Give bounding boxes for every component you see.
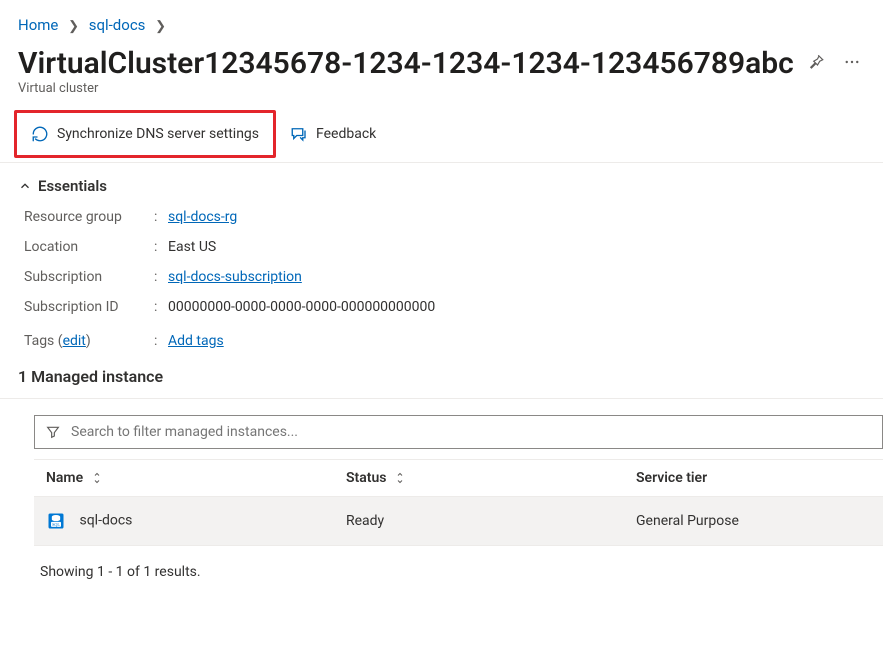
chevron-up-icon (18, 179, 32, 193)
search-input[interactable] (69, 423, 872, 441)
essentials-title: Essentials (38, 177, 107, 195)
page-title: VirtualCluster12345678-1234-1234-1234-12… (18, 46, 803, 81)
svg-text:SQL: SQL (52, 522, 60, 527)
essentials-label-subscription-id: Subscription ID (24, 299, 154, 315)
column-header-tier[interactable]: Service tier (624, 460, 883, 497)
row-status: Ready (334, 497, 624, 546)
add-tags-link[interactable]: Add tags (168, 333, 224, 349)
row-tier: General Purpose (624, 497, 883, 546)
essentials-label-resource-group: Resource group (24, 209, 154, 225)
page-subtitle: Virtual cluster (0, 81, 883, 106)
sort-icon (394, 472, 406, 484)
more-horizontal-icon (843, 53, 861, 71)
command-bar: Synchronize DNS server settings Feedback (0, 106, 883, 163)
sort-icon (91, 472, 103, 484)
column-header-status[interactable]: Status (334, 460, 624, 497)
essentials-toggle[interactable]: Essentials (18, 177, 865, 195)
refresh-icon (31, 125, 49, 143)
breadcrumb-folder[interactable]: sql-docs (89, 16, 146, 34)
breadcrumb: Home ❯ sql-docs ❯ (0, 0, 883, 40)
sql-managed-instance-icon: SQL (46, 511, 66, 531)
essentials-label-tags: Tags (edit) (24, 333, 154, 349)
essentials-label-subscription: Subscription (24, 269, 154, 285)
feedback-button[interactable]: Feedback (276, 106, 390, 162)
pin-button[interactable] (803, 49, 829, 78)
tags-edit-link[interactable]: edit (63, 333, 86, 349)
search-input-wrapper[interactable] (34, 415, 883, 449)
feedback-label: Feedback (316, 126, 376, 142)
results-count: Showing 1 - 1 of 1 results. (34, 546, 883, 580)
managed-instance-table: Name Status Service tier SQL sql-doc (34, 459, 883, 546)
essentials-value-subscription-id: 00000000-0000-0000-0000-000000000000 (168, 299, 865, 315)
row-name: sql-docs (79, 513, 132, 529)
chevron-right-icon: ❯ (155, 19, 166, 34)
chevron-right-icon: ❯ (68, 19, 79, 34)
synchronize-dns-label: Synchronize DNS server settings (57, 126, 259, 142)
table-row[interactable]: SQL sql-docs Ready General Purpose (34, 497, 883, 546)
essentials-value-location: East US (168, 239, 865, 255)
feedback-icon (290, 125, 308, 143)
column-header-name[interactable]: Name (34, 460, 334, 497)
managed-instance-heading: 1 Managed instance (0, 357, 883, 399)
essentials-label-location: Location (24, 239, 154, 255)
breadcrumb-home[interactable]: Home (18, 16, 58, 34)
synchronize-dns-button[interactable]: Synchronize DNS server settings (14, 110, 276, 158)
pin-icon (807, 53, 825, 71)
resource-group-link[interactable]: sql-docs-rg (168, 209, 237, 225)
more-button[interactable] (839, 49, 865, 78)
filter-icon (45, 424, 61, 440)
subscription-link[interactable]: sql-docs-subscription (168, 269, 302, 285)
